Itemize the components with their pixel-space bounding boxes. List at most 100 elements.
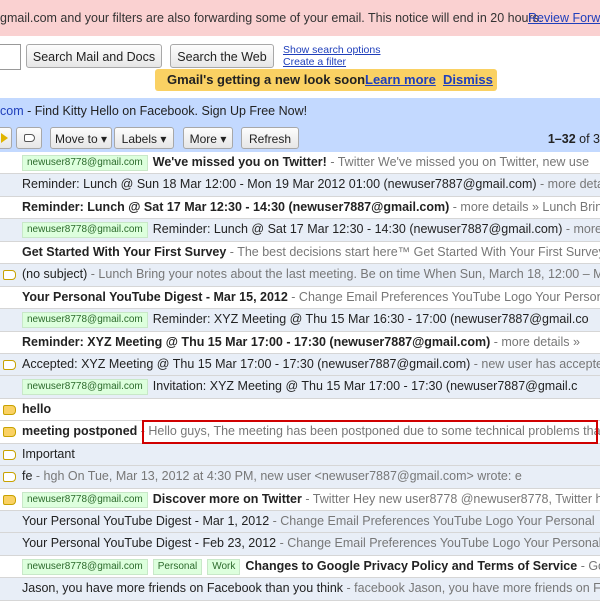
email-subject: (no subject)	[22, 267, 88, 282]
importance-marker-icon[interactable]	[3, 449, 16, 460]
email-snippet: - The best decisions start here™ Get Sta…	[226, 244, 600, 259]
more-actions-button[interactable]: More ▾	[183, 127, 233, 149]
email-row[interactable]: Important	[0, 443, 600, 467]
email-row[interactable]: Your Personal YouTube Digest - Feb 23, 2…	[0, 533, 600, 556]
search-web-button[interactable]: Search the Web	[170, 44, 274, 68]
email-row[interactable]: Reminder: Lunch @ Sat 17 Mar 12:30 - 14:…	[0, 196, 600, 220]
importance-marker-icon[interactable]	[3, 494, 16, 505]
email-content: Jason, you have more friends on Facebook…	[22, 578, 600, 599]
email-snippet: - Lunch Bring your notes about the last …	[87, 267, 600, 282]
email-row[interactable]: newuser8778@gmail.com Invitation: XYZ Mee…	[0, 376, 600, 399]
dismiss-link[interactable]: Dismiss	[443, 69, 493, 91]
important-marker-icon	[1, 133, 8, 143]
importance-marker-icon[interactable]	[3, 427, 16, 438]
email-content: newuser8778@gmail.com Personal Work Changes…	[22, 556, 600, 577]
importance-marker-icon[interactable]	[3, 472, 16, 483]
email-label-tag[interactable]: newuser8778@gmail.com	[22, 312, 148, 329]
new-look-message: Gmail's getting a new look soon.	[167, 72, 369, 87]
email-row[interactable]: newuser8778@gmail.com Reminder: XYZ Meeti…	[0, 309, 600, 332]
search-mail-button[interactable]: Search Mail and Docs	[26, 44, 162, 68]
not-important-icon	[24, 134, 35, 142]
email-row[interactable]: newuser8778@gmail.com Discover more on Tw…	[0, 488, 600, 511]
email-snippet: - Goo	[580, 558, 600, 573]
show-search-options-link[interactable]: Show search options	[283, 44, 380, 56]
ad-text: - Find Kitty Hello on Facebook. Sign Up …	[23, 104, 308, 118]
email-row[interactable]: Your Personal YouTube Digest - Mar 1, 20…	[0, 511, 600, 534]
labels-button[interactable]: Labels ▾	[114, 127, 174, 149]
mark-important-button[interactable]	[0, 127, 12, 149]
new-look-banner: Gmail's getting a new look soon. Learn m…	[155, 69, 497, 91]
email-row[interactable]: hello	[0, 398, 600, 422]
email-subject: We've missed you on Twitter!	[152, 155, 327, 169]
create-filter-link[interactable]: Create a filter	[283, 56, 380, 68]
mail-toolbar: Move to ▾ Labels ▾ More ▾ Refresh 1–32 o…	[0, 124, 600, 152]
email-label-tag[interactable]: Work	[207, 558, 241, 575]
email-row[interactable]: Accepted: XYZ Meeting @ Thu 15 Mar 17:00…	[0, 353, 600, 377]
email-row[interactable]: newuser8778@gmail.com Personal Work Changes…	[0, 555, 600, 579]
email-row[interactable]: Reminder: XYZ Meeting @ Thu 15 Mar 17:00…	[0, 331, 600, 354]
email-row[interactable]: Get Started With Your First Survey - The…	[0, 241, 600, 265]
email-row[interactable]: Jason, you have more friends on Facebook…	[0, 578, 600, 601]
email-snippet: - more details » Lunch Bring	[449, 199, 600, 214]
email-snippet: - facebook Jason, you have more friends …	[343, 581, 600, 596]
email-subject: Reminder: Lunch @ Sun 18 Mar 12:00 - Mon…	[22, 177, 537, 192]
email-snippet: - more de	[565, 222, 600, 237]
move-to-button[interactable]: Move to ▾	[50, 127, 112, 149]
review-forwarding-link[interactable]: Review Forwa	[528, 0, 600, 36]
email-subject: hello	[22, 401, 52, 416]
email-label-tag[interactable]: newuser8778@gmail.com	[22, 558, 148, 575]
email-row[interactable]: newuser8778@gmail.com Reminder: Lunch @ S…	[0, 219, 600, 242]
importance-marker-icon[interactable]	[3, 404, 16, 415]
email-content: newuser8778@gmail.com Reminder: XYZ Meeti…	[22, 309, 600, 330]
email-snippet: - hgh On Tue, Mar 13, 2012 at 4:30 PM, n…	[32, 469, 522, 484]
email-label-tag[interactable]: Personal	[152, 558, 203, 575]
email-subject: Get Started With Your First Survey	[22, 244, 227, 259]
email-snippet: - more details »	[490, 334, 580, 349]
email-row[interactable]: meeting postponed - Hello guys, The meet…	[0, 421, 600, 444]
email-content: Reminder: XYZ Meeting @ Thu 15 Mar 17:00…	[22, 332, 600, 353]
email-content: Reminder: Lunch @ Sun 18 Mar 12:00 - Mon…	[22, 174, 600, 195]
email-snippet: - new user has accepted t	[473, 356, 600, 371]
email-row[interactable]: Reminder: Lunch @ Sun 18 Mar 12:00 - Mon…	[0, 174, 600, 197]
email-subject: Changes to Google Privacy Policy and Ter…	[245, 558, 578, 573]
email-subject: fe	[22, 469, 33, 484]
message-count-total: of 3	[575, 132, 600, 146]
email-content: hello	[22, 399, 600, 420]
email-content: Accepted: XYZ Meeting @ Thu 15 Mar 17:00…	[22, 354, 600, 375]
email-row[interactable]: fe - hgh On Tue, Mar 13, 2012 at 4:30 PM…	[0, 466, 600, 489]
refresh-button[interactable]: Refresh	[241, 127, 299, 149]
email-label-tag[interactable]: newuser8778@gmail.com	[22, 491, 148, 508]
forwarding-notice: gmail.com and your filters are also forw…	[0, 0, 600, 36]
mark-not-important-button[interactable]	[16, 127, 42, 149]
email-list: newuser8778@gmail.com We've missed you on…	[0, 152, 600, 601]
email-content: Reminder: Lunch @ Sat 17 Mar 12:30 - 14:…	[22, 197, 600, 218]
email-snippet: - more details	[540, 177, 600, 192]
email-content: Your Personal YouTube Digest - Mar 15, 2…	[22, 287, 600, 308]
learn-more-link[interactable]: Learn more	[365, 69, 436, 91]
email-label-tag[interactable]: newuser8778@gmail.com	[22, 379, 148, 396]
email-label-tag[interactable]: newuser8778@gmail.com	[22, 222, 148, 239]
message-count-range: 1–32	[547, 132, 576, 146]
ad-link[interactable]: com	[0, 104, 24, 118]
email-subject: Your Personal YouTube Digest - Feb 23, 2…	[22, 536, 277, 551]
email-label-tag[interactable]: newuser8778@gmail.com	[22, 155, 148, 171]
email-content: newuser8778@gmail.com Discover more on Tw…	[22, 489, 600, 510]
email-row[interactable]: (no subject) - Lunch Bring your notes ab…	[0, 264, 600, 287]
email-row[interactable]: newuser8778@gmail.com We've missed you on…	[0, 152, 600, 175]
email-content: (no subject) - Lunch Bring your notes ab…	[22, 264, 600, 285]
importance-marker-icon[interactable]	[3, 359, 16, 370]
email-subject: Your Personal YouTube Digest - Mar 15, 2…	[22, 289, 288, 304]
email-row[interactable]: Your Personal YouTube Digest - Mar 15, 2…	[0, 286, 600, 310]
email-subject: Invitation: XYZ Meeting @ Thu 15 Mar 17:…	[152, 379, 578, 394]
email-subject: Your Personal YouTube Digest - Mar 1, 20…	[22, 514, 270, 528]
importance-marker-icon[interactable]	[3, 270, 16, 281]
email-snippet: - Change Email Preferences YouTube Logo …	[276, 536, 600, 551]
email-snippet: - Change Email Preferences YouTube Logo …	[269, 514, 595, 528]
email-content: fe - hgh On Tue, Mar 13, 2012 at 4:30 PM…	[22, 466, 600, 487]
search-input[interactable]	[0, 44, 21, 70]
email-subject: Reminder: Lunch @ Sat 17 Mar 12:30 - 14:…	[22, 199, 450, 214]
ad-bar: com - Find Kitty Hello on Facebook. Sign…	[0, 98, 600, 124]
email-subject: Accepted: XYZ Meeting @ Thu 15 Mar 17:00…	[22, 356, 471, 371]
message-count: 1–32 of 3	[548, 128, 600, 150]
email-content: newuser8778@gmail.com We've missed you on…	[22, 152, 600, 173]
